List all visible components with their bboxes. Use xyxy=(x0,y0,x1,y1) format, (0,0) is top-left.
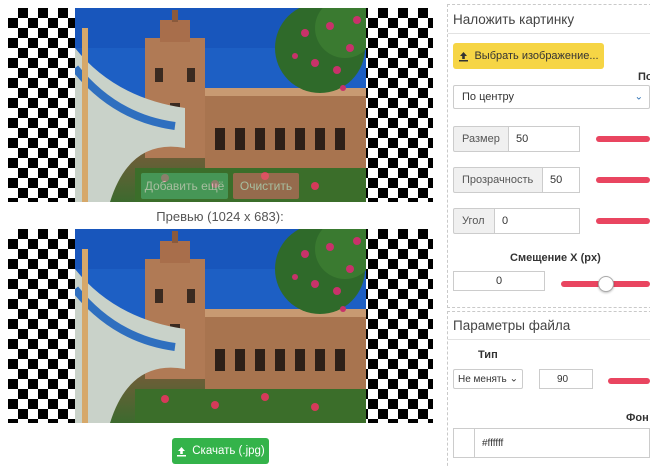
offset-x-label: Смещение X (px) xyxy=(510,252,601,264)
offset-x-input[interactable]: 0 xyxy=(453,271,545,291)
preview-photo xyxy=(75,229,366,423)
type-label: Тип xyxy=(478,349,498,361)
opacity-input[interactable]: 50 xyxy=(542,167,580,193)
preview-photo-art xyxy=(75,229,366,423)
angle-slider[interactable] xyxy=(596,218,650,224)
size-label: Размер xyxy=(453,126,509,152)
bg-color-input[interactable]: #ffffff xyxy=(474,428,650,458)
overlay-panel-divider xyxy=(448,33,650,34)
type-select-value: Не менять xyxy=(458,373,507,385)
size-input[interactable]: 50 xyxy=(508,126,580,152)
opacity-slider[interactable] xyxy=(596,177,650,183)
position-select[interactable]: По центру ⌄ xyxy=(453,85,650,109)
overlay-panel-title: Наложить картинку xyxy=(453,12,575,27)
quality-input[interactable]: 90 xyxy=(539,369,593,389)
download-label: Скачать (.jpg) xyxy=(192,445,265,457)
bg-color-swatch[interactable] xyxy=(453,428,475,458)
upload-icon xyxy=(459,51,469,61)
file-panel-title: Параметры файла xyxy=(453,318,571,333)
offset-x-slider-knob[interactable] xyxy=(598,276,614,292)
angle-label: Угол xyxy=(453,208,495,234)
clear-button[interactable]: Очистить xyxy=(233,173,299,199)
position-select-value: По центру xyxy=(462,91,514,103)
choose-image-button[interactable]: Выбрать изображение... xyxy=(453,43,604,69)
upload-icon xyxy=(177,446,187,456)
file-panel-divider xyxy=(448,339,650,340)
chevron-down-icon: ⌄ xyxy=(634,91,643,103)
bg-label: Фон xyxy=(626,412,649,424)
choose-image-label: Выбрать изображение... xyxy=(474,50,599,62)
download-button[interactable]: Скачать (.jpg) xyxy=(172,438,269,464)
offset-x-value: 0 xyxy=(495,275,503,287)
type-select[interactable]: Не менять ⌄ xyxy=(453,369,523,389)
opacity-label: Прозрачность xyxy=(453,167,543,193)
add-more-button[interactable]: Добавить ещё xyxy=(141,173,228,199)
angle-input[interactable]: 0 xyxy=(494,208,580,234)
chevron-down-icon: ⌄ xyxy=(509,373,518,385)
quality-slider[interactable] xyxy=(608,378,650,384)
preview-label: Превью (1024 x 683): xyxy=(156,209,284,224)
position-label: По xyxy=(638,71,650,83)
size-slider[interactable] xyxy=(596,136,650,142)
